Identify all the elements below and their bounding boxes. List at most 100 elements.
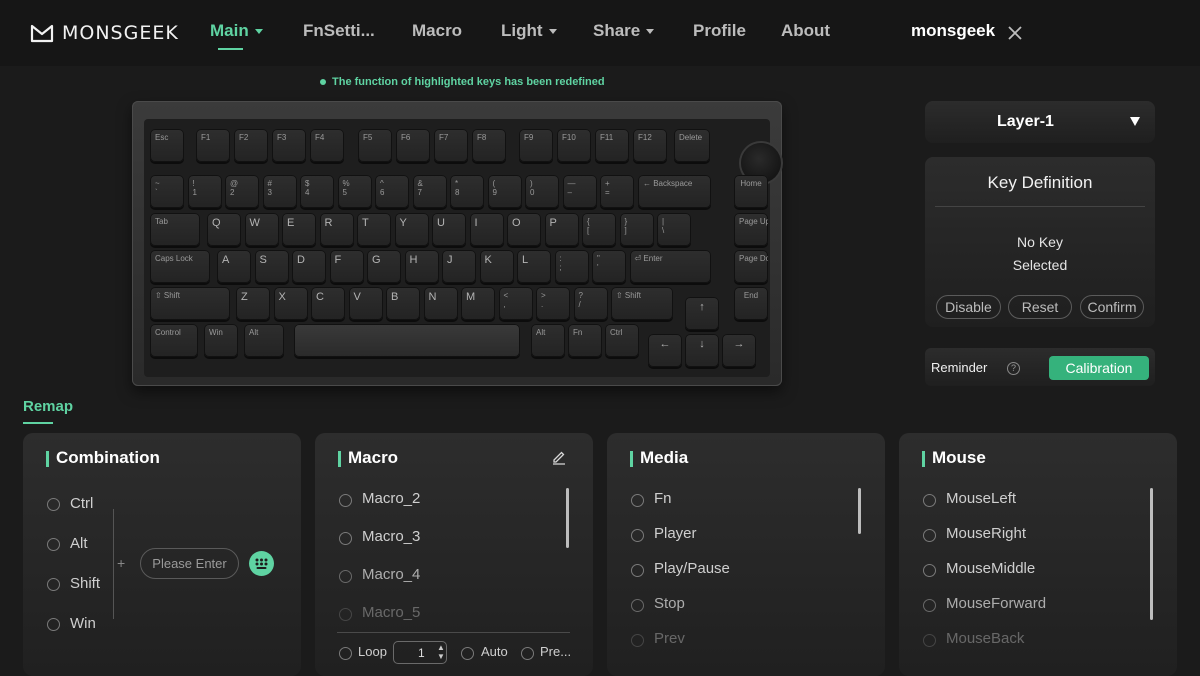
key-h[interactable]: H (404, 250, 439, 283)
nav-macro[interactable]: Macro (412, 21, 462, 41)
key-bracket-1[interactable]: }] (619, 213, 654, 246)
nav-share[interactable]: Share (593, 21, 655, 41)
key-alt-left[interactable]: Alt (244, 324, 284, 357)
calibration-button[interactable]: Calibration (1049, 356, 1149, 380)
key-page-up[interactable]: Page Up (734, 213, 768, 246)
key-punct-0[interactable]: <, (498, 287, 533, 320)
key-c[interactable]: C (311, 287, 345, 320)
key-w[interactable]: W (244, 213, 279, 246)
key-home[interactable]: Home (734, 175, 768, 208)
key-num-8[interactable]: * 8 (450, 175, 484, 208)
scrollbar[interactable] (566, 488, 569, 548)
key-caps-lock[interactable]: Caps Lock (150, 250, 210, 283)
key-delete[interactable]: Delete (674, 129, 710, 162)
key-num-12[interactable]: + = (600, 175, 634, 208)
loop-radio[interactable] (339, 647, 352, 660)
key-f10[interactable]: F10 (557, 129, 591, 162)
key-f12[interactable]: F12 (633, 129, 667, 162)
key-left-shift[interactable]: ⇧ Shift (150, 287, 230, 320)
key-bracket-0[interactable]: {[ (582, 213, 616, 246)
disable-button[interactable]: Disable (936, 295, 1001, 319)
nav-main[interactable]: Main (210, 21, 263, 41)
mouse-left-radio[interactable] (923, 494, 936, 507)
key-tab[interactable]: Tab (150, 213, 200, 246)
macro-2-radio[interactable] (339, 494, 352, 507)
key-num-0[interactable]: ~ ` (150, 175, 184, 208)
key-e[interactable]: E (282, 213, 316, 246)
close-icon[interactable] (1007, 25, 1023, 41)
key-f[interactable]: F (329, 250, 364, 283)
key-right-shift[interactable]: ⇧ Shift (611, 287, 673, 320)
fn-radio[interactable] (631, 494, 644, 507)
key-control[interactable]: Control (150, 324, 198, 357)
scrollbar[interactable] (858, 488, 861, 534)
keyboard-grid-icon[interactable] (249, 551, 274, 576)
key-r[interactable]: R (319, 213, 354, 246)
key-num-7[interactable]: & 7 (412, 175, 447, 208)
mouse-right-radio[interactable] (923, 529, 936, 542)
key-punct-2[interactable]: ? / (573, 287, 608, 320)
macro-5-radio[interactable] (339, 608, 352, 621)
key-num-5[interactable]: % 5 (337, 175, 372, 208)
shift-radio[interactable] (47, 578, 60, 591)
key-f4[interactable]: F4 (310, 129, 344, 162)
key-b[interactable]: B (386, 287, 420, 320)
key-f1[interactable]: F1 (196, 129, 230, 162)
key-num-1[interactable]: ! 1 (187, 175, 222, 208)
pre-radio[interactable] (521, 647, 534, 660)
win-radio[interactable] (47, 618, 60, 631)
auto-radio[interactable] (461, 647, 474, 660)
key-num-9[interactable]: (9 (487, 175, 522, 208)
key-arrow-right[interactable]: → (722, 334, 756, 367)
key-enter[interactable]: ⏎ Enter (629, 250, 711, 283)
macro-4-radio[interactable] (339, 570, 352, 583)
key-s[interactable]: S (254, 250, 289, 283)
key-alt-right[interactable]: Alt (531, 324, 565, 357)
nav-fnsettings[interactable]: FnSetti... (303, 21, 375, 41)
key-num-11[interactable]: — – (562, 175, 597, 208)
key-i[interactable]: I (469, 213, 504, 246)
key-t[interactable]: T (357, 213, 391, 246)
loop-count-stepper[interactable]: 1 ▲ ▼ (393, 641, 447, 664)
key-z[interactable]: Z (236, 287, 270, 320)
ctrl-radio[interactable] (47, 498, 60, 511)
key-input[interactable]: Please Enter (140, 548, 239, 579)
nav-profile[interactable]: Profile (693, 21, 746, 41)
key-num-2[interactable]: @2 (225, 175, 259, 208)
key-ctrl-right[interactable]: Ctrl (605, 324, 639, 357)
key-f6[interactable]: F6 (396, 129, 430, 162)
key-y[interactable]: Y (394, 213, 429, 246)
key-space[interactable] (294, 324, 520, 357)
edit-pencil-icon[interactable] (551, 449, 567, 465)
key-esc[interactable]: Esc (150, 129, 184, 162)
key-u[interactable]: U (432, 213, 466, 246)
key-bracket-2[interactable]: | \ (657, 213, 691, 246)
mouse-middle-radio[interactable] (923, 564, 936, 577)
stop-radio[interactable] (631, 599, 644, 612)
mouse-forward-radio[interactable] (923, 599, 936, 612)
key-g[interactable]: G (367, 250, 401, 283)
key-a[interactable]: A (217, 250, 251, 283)
key-f8[interactable]: F8 (472, 129, 506, 162)
key-quote-1[interactable]: " ' (592, 250, 626, 283)
key-n[interactable]: N (423, 287, 458, 320)
reset-button[interactable]: Reset (1008, 295, 1072, 319)
key-f2[interactable]: F2 (234, 129, 268, 162)
macro-3-radio[interactable] (339, 532, 352, 545)
key-end[interactable]: End (734, 287, 768, 320)
key-num-10[interactable]: ) 0 (525, 175, 559, 208)
key-f9[interactable]: F9 (519, 129, 553, 162)
key-arrow-left[interactable]: ← (648, 334, 682, 367)
key-punct-1[interactable]: >. (536, 287, 570, 320)
key-q[interactable]: Q (207, 213, 241, 246)
key-d[interactable]: D (292, 250, 326, 283)
key-k[interactable]: K (479, 250, 514, 283)
key-quote-0[interactable]: :; (554, 250, 589, 283)
play-pause-radio[interactable] (631, 564, 644, 577)
key-p[interactable]: P (544, 213, 579, 246)
key-o[interactable]: O (507, 213, 541, 246)
scrollbar[interactable] (1150, 488, 1153, 620)
mouse-back-radio[interactable] (923, 634, 936, 647)
key-f5[interactable]: F5 (358, 129, 392, 162)
key-f11[interactable]: F11 (595, 129, 629, 162)
